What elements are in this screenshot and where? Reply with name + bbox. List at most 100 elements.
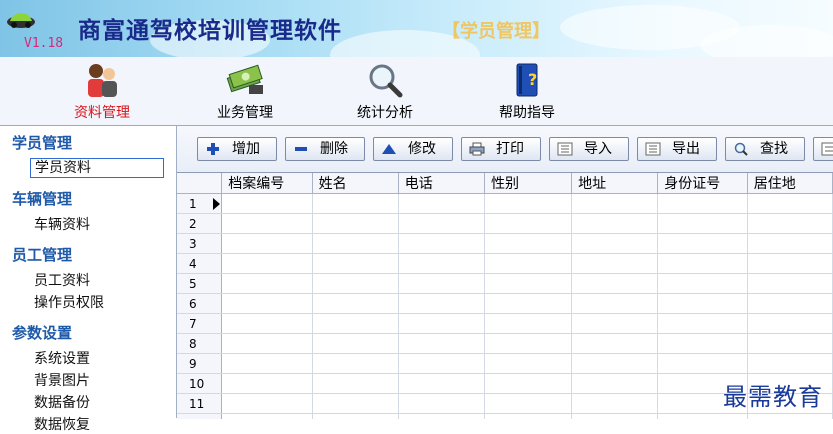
- table-cell[interactable]: [747, 413, 833, 419]
- table-cell[interactable]: [312, 233, 399, 254]
- nav-item-vehicle-records[interactable]: 车辆资料: [34, 214, 90, 234]
- table-cell[interactable]: [747, 193, 833, 214]
- table-cell[interactable]: [221, 293, 313, 314]
- column-header-id-number[interactable]: 身份证号: [657, 173, 748, 194]
- table-cell[interactable]: [657, 233, 748, 254]
- table-cell[interactable]: [312, 273, 399, 294]
- table-cell[interactable]: [747, 253, 833, 274]
- table-row[interactable]: 12: [177, 413, 833, 419]
- table-cell[interactable]: [571, 213, 659, 234]
- export-button[interactable]: 导出: [637, 137, 717, 161]
- table-cell[interactable]: [484, 233, 573, 254]
- nav-group-vehicle[interactable]: 车辆管理: [12, 188, 72, 209]
- column-header-address[interactable]: 地址: [571, 173, 659, 194]
- table-cell[interactable]: [571, 313, 659, 334]
- table-row[interactable]: 3: [177, 233, 833, 254]
- table-row[interactable]: 8: [177, 333, 833, 354]
- table-cell[interactable]: [571, 373, 659, 394]
- table-cell[interactable]: [484, 193, 573, 214]
- table-cell[interactable]: [398, 393, 486, 414]
- nav-item-student-records[interactable]: 学员资料: [30, 158, 164, 178]
- table-cell[interactable]: [484, 253, 573, 274]
- table-cell[interactable]: [398, 253, 486, 274]
- table-cell[interactable]: [221, 353, 313, 374]
- table-cell[interactable]: [398, 333, 486, 354]
- nav-group-staff[interactable]: 员工管理: [12, 244, 72, 265]
- table-cell[interactable]: [484, 333, 573, 354]
- table-cell[interactable]: [398, 193, 486, 214]
- edit-button[interactable]: 修改: [373, 137, 453, 161]
- table-cell[interactable]: [221, 313, 313, 334]
- nav-item-data-backup[interactable]: 数据备份: [34, 392, 90, 412]
- delete-button[interactable]: 删除: [285, 137, 365, 161]
- nav-item-staff-records[interactable]: 员工资料: [34, 270, 90, 290]
- import-button[interactable]: 导入: [549, 137, 629, 161]
- table-cell[interactable]: [221, 413, 313, 419]
- table-cell[interactable]: [484, 393, 573, 414]
- table-cell[interactable]: [571, 273, 659, 294]
- table-cell[interactable]: [484, 353, 573, 374]
- table-cell[interactable]: [312, 213, 399, 234]
- table-cell[interactable]: [221, 393, 313, 414]
- table-row[interactable]: 1: [177, 193, 833, 214]
- table-cell[interactable]: [221, 213, 313, 234]
- nav-item-background-image[interactable]: 背景图片: [34, 370, 90, 390]
- table-cell[interactable]: [221, 373, 313, 394]
- table-cell[interactable]: [398, 313, 486, 334]
- table-cell[interactable]: [657, 353, 748, 374]
- table-cell[interactable]: [571, 333, 659, 354]
- table-cell[interactable]: [657, 273, 748, 294]
- table-cell[interactable]: [571, 393, 659, 414]
- table-cell[interactable]: [221, 233, 313, 254]
- table-cell[interactable]: [484, 313, 573, 334]
- table-cell[interactable]: [312, 373, 399, 394]
- table-row[interactable]: 7: [177, 313, 833, 334]
- table-cell[interactable]: [221, 333, 313, 354]
- toolbar-data-management[interactable]: 资料管理: [62, 57, 142, 125]
- nav-group-settings[interactable]: 参数设置: [12, 322, 72, 343]
- column-header-name[interactable]: 姓名: [312, 173, 399, 194]
- column-header-phone[interactable]: 电话: [398, 173, 486, 194]
- table-cell[interactable]: [312, 393, 399, 414]
- table-cell[interactable]: [747, 353, 833, 374]
- toolbar-business-management[interactable]: 业务管理: [200, 57, 290, 125]
- nav-group-student[interactable]: 学员管理: [12, 132, 72, 153]
- table-row[interactable]: 2: [177, 213, 833, 234]
- table-cell[interactable]: [657, 333, 748, 354]
- table-cell[interactable]: [398, 373, 486, 394]
- table-cell[interactable]: [312, 253, 399, 274]
- table-cell[interactable]: [484, 413, 573, 419]
- table-cell[interactable]: [747, 293, 833, 314]
- table-cell[interactable]: [571, 293, 659, 314]
- table-cell[interactable]: [398, 293, 486, 314]
- table-cell[interactable]: [312, 313, 399, 334]
- nav-item-operator-permissions[interactable]: 操作员权限: [34, 292, 104, 312]
- table-cell[interactable]: [398, 273, 486, 294]
- table-cell[interactable]: [484, 293, 573, 314]
- table-row[interactable]: 5: [177, 273, 833, 294]
- toolbar-statistics[interactable]: 统计分析: [340, 57, 430, 125]
- table-row[interactable]: 6: [177, 293, 833, 314]
- column-header-residence[interactable]: 居住地: [747, 173, 833, 194]
- nav-item-system-settings[interactable]: 系统设置: [34, 348, 90, 368]
- nav-item-data-restore[interactable]: 数据恢复: [34, 414, 90, 434]
- table-cell[interactable]: [571, 353, 659, 374]
- table-cell[interactable]: [747, 213, 833, 234]
- table-cell[interactable]: [747, 273, 833, 294]
- table-cell[interactable]: [484, 273, 573, 294]
- table-cell[interactable]: [571, 193, 659, 214]
- table-cell[interactable]: [657, 213, 748, 234]
- table-cell[interactable]: [312, 353, 399, 374]
- print-button[interactable]: 打印: [461, 137, 541, 161]
- table-cell[interactable]: [657, 293, 748, 314]
- table-cell[interactable]: [571, 253, 659, 274]
- table-cell[interactable]: [221, 253, 313, 274]
- table-cell[interactable]: [398, 413, 486, 419]
- add-button[interactable]: 增加: [197, 137, 277, 161]
- table-cell[interactable]: [747, 333, 833, 354]
- table-cell[interactable]: [398, 233, 486, 254]
- table-cell[interactable]: [657, 253, 748, 274]
- table-cell[interactable]: [747, 233, 833, 254]
- table-cell[interactable]: [657, 193, 748, 214]
- table-row[interactable]: 9: [177, 353, 833, 374]
